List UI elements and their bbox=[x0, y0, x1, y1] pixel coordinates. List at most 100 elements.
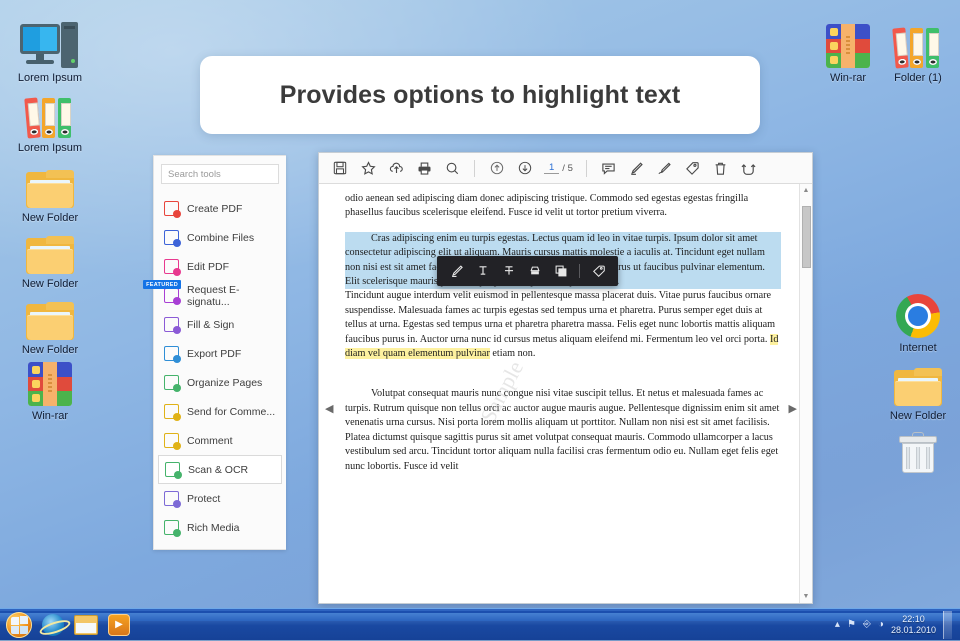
taskbar-clock[interactable]: 22:10 28.01.2010 bbox=[891, 614, 936, 636]
pdf-page-area: Sample odio aenean sed adipiscing diam d… bbox=[319, 184, 812, 603]
chrome-icon bbox=[872, 288, 960, 338]
vertical-scrollbar[interactable]: ▲ ▼ bbox=[799, 184, 812, 603]
next-page-arrow[interactable]: ▶ bbox=[789, 402, 797, 415]
add-note-tag-icon[interactable] bbox=[587, 260, 610, 283]
page-total-label: / 5 bbox=[562, 162, 573, 174]
taskbar: ▶ ▴ ⚑ ⎆ ◑ 22:10 28.01.2010 bbox=[0, 608, 960, 641]
tool-item-organize-pages[interactable]: Organize Pages bbox=[154, 368, 286, 397]
tool-item-export-pdf[interactable]: Export PDF bbox=[154, 339, 286, 368]
tool-item-label: Scan & OCR bbox=[188, 463, 249, 476]
desktop-icon-internet[interactable]: Internet bbox=[872, 288, 960, 355]
page-current-input[interactable]: 1 bbox=[544, 162, 560, 174]
scroll-up-arrow-icon[interactable]: ▲ bbox=[800, 184, 812, 197]
strikethrough-text-icon[interactable] bbox=[497, 260, 520, 283]
desktop-icon-new-folder-right[interactable]: New Folder bbox=[872, 356, 960, 423]
zoom-search-icon[interactable] bbox=[439, 156, 465, 180]
page-indicator[interactable]: 1 / 5 bbox=[544, 162, 573, 174]
scan-and-ocr-icon bbox=[165, 462, 182, 479]
tool-item-scan-and-ocr[interactable]: Scan & OCR bbox=[158, 455, 282, 484]
desktop-icon-recycle-bin[interactable] bbox=[872, 424, 960, 478]
tool-item-fill-and-sign[interactable]: Fill & Sign bbox=[154, 310, 286, 339]
desktop-icon-folder-1[interactable]: Folder (1) bbox=[872, 18, 960, 85]
comment-balloon-icon[interactable] bbox=[596, 156, 622, 180]
comment-icon bbox=[164, 433, 181, 450]
desktop-icon-label: Lorem Ipsum bbox=[17, 72, 83, 84]
context-toolbar-divider bbox=[579, 264, 580, 278]
tool-item-label: Request E-signatu... bbox=[187, 283, 240, 308]
tool-item-send-for-comments[interactable]: Send for Comme... bbox=[154, 397, 286, 426]
desktop-icon-new-folder-3[interactable]: New Folder bbox=[4, 290, 96, 357]
pdf-page[interactable]: Sample odio aenean sed adipiscing diam d… bbox=[319, 184, 799, 603]
folder-icon bbox=[872, 356, 960, 406]
delete-trash-icon[interactable] bbox=[708, 156, 734, 180]
copy-icon[interactable] bbox=[549, 260, 572, 283]
tool-item-create-pdf[interactable]: Create PDF bbox=[154, 194, 286, 223]
tool-item-label: Organize Pages bbox=[187, 376, 263, 389]
highlight-marker-icon[interactable] bbox=[445, 260, 468, 283]
combine-files-icon bbox=[164, 230, 181, 247]
highlight-color-icon[interactable] bbox=[523, 260, 546, 283]
windows-explorer-icon[interactable] bbox=[74, 614, 98, 635]
previous-page-arrow[interactable]: ◀ bbox=[325, 402, 333, 415]
tool-item-label: Fill & Sign bbox=[187, 318, 235, 331]
tools-panel: Search tools Create PDF Combine Files Ed… bbox=[143, 155, 286, 550]
star-bookmark-icon[interactable] bbox=[355, 156, 381, 180]
desktop: Lorem Ipsum Lorem Ipsum New Folder New F… bbox=[0, 0, 960, 641]
signature-icon[interactable] bbox=[652, 156, 678, 180]
binders-icon bbox=[4, 88, 96, 139]
folder-icon bbox=[4, 158, 96, 208]
folder-icon bbox=[4, 224, 96, 274]
tool-item-rich-media[interactable]: Rich Media bbox=[154, 513, 286, 542]
pdf-toolbar: 1 / 5 bbox=[319, 153, 812, 184]
desktop-icon-lorem-ipsum-computer[interactable]: Lorem Ipsum bbox=[4, 18, 96, 85]
tool-item-protect[interactable]: Protect bbox=[154, 484, 286, 513]
desktop-icon-new-folder-2[interactable]: New Folder bbox=[4, 224, 96, 291]
desktop-icon-new-folder-1[interactable]: New Folder bbox=[4, 158, 96, 225]
paragraph-bottom-text: Volutpat consequat mauris nunc congue ni… bbox=[345, 388, 780, 472]
rich-media-icon bbox=[164, 520, 181, 537]
search-tools-placeholder: Search tools bbox=[168, 168, 221, 180]
scrollbar-thumb[interactable] bbox=[802, 206, 811, 268]
tool-item-label: Combine Files bbox=[187, 231, 255, 244]
desktop-icon-lorem-ipsum-binders[interactable]: Lorem Ipsum bbox=[4, 88, 96, 155]
page-next-icon[interactable] bbox=[512, 156, 538, 180]
tray-network-icon[interactable]: ⎆ bbox=[863, 619, 871, 630]
tool-item-comment[interactable]: Comment bbox=[154, 426, 286, 455]
desktop-icon-label: Folder (1) bbox=[894, 72, 942, 84]
stamp-icon[interactable] bbox=[680, 156, 706, 180]
desktop-icon-label: Win-rar bbox=[31, 410, 69, 422]
desktop-icon-label: Lorem Ipsum bbox=[17, 142, 83, 154]
tray-show-hidden-icon[interactable]: ▴ bbox=[835, 619, 840, 630]
paragraph-selected-tail: Tincidunt augue interdum velit euismod i… bbox=[345, 290, 776, 345]
show-desktop-button[interactable] bbox=[943, 610, 952, 639]
underline-text-icon[interactable] bbox=[471, 260, 494, 283]
tool-item-combine-files[interactable]: Combine Files bbox=[154, 223, 286, 252]
desktop-icon-label: Internet bbox=[899, 342, 937, 354]
toolbar-divider-2 bbox=[585, 159, 587, 177]
tool-item-request-esignature[interactable]: FEATURED Request E-signatu... bbox=[143, 280, 286, 310]
fill-and-sign-icon bbox=[164, 317, 181, 334]
binders-icon bbox=[872, 18, 960, 69]
save-icon[interactable] bbox=[327, 156, 353, 180]
upload-cloud-icon[interactable] bbox=[383, 156, 409, 180]
highlight-pen-icon[interactable] bbox=[624, 156, 650, 180]
desktop-icon-winrar-left[interactable]: Win-rar bbox=[4, 356, 96, 423]
print-icon[interactable] bbox=[411, 156, 437, 180]
media-player-icon[interactable]: ▶ bbox=[108, 613, 130, 636]
tool-item-edit-pdf[interactable]: Edit PDF bbox=[154, 252, 286, 281]
tool-item-label: Edit PDF bbox=[187, 260, 230, 273]
create-pdf-icon bbox=[164, 201, 181, 218]
start-orb-icon[interactable] bbox=[6, 611, 32, 638]
search-tools-input[interactable]: Search tools bbox=[161, 164, 279, 184]
tool-item-label: Rich Media bbox=[187, 521, 240, 534]
winrar-icon bbox=[4, 356, 96, 406]
internet-explorer-icon[interactable] bbox=[42, 613, 64, 636]
tray-volume-icon[interactable]: ◑ bbox=[878, 619, 884, 630]
tray-action-center-icon[interactable]: ⚑ bbox=[847, 619, 856, 630]
clock-date: 28.01.2010 bbox=[890, 624, 936, 635]
rotate-icon[interactable] bbox=[736, 156, 762, 180]
scroll-down-arrow-icon[interactable]: ▼ bbox=[800, 590, 812, 603]
desktop-icon-label: New Folder bbox=[889, 410, 947, 422]
page-previous-icon[interactable] bbox=[484, 156, 510, 180]
paragraph-top: odio aenean sed adipiscing diam donec ad… bbox=[345, 193, 749, 219]
